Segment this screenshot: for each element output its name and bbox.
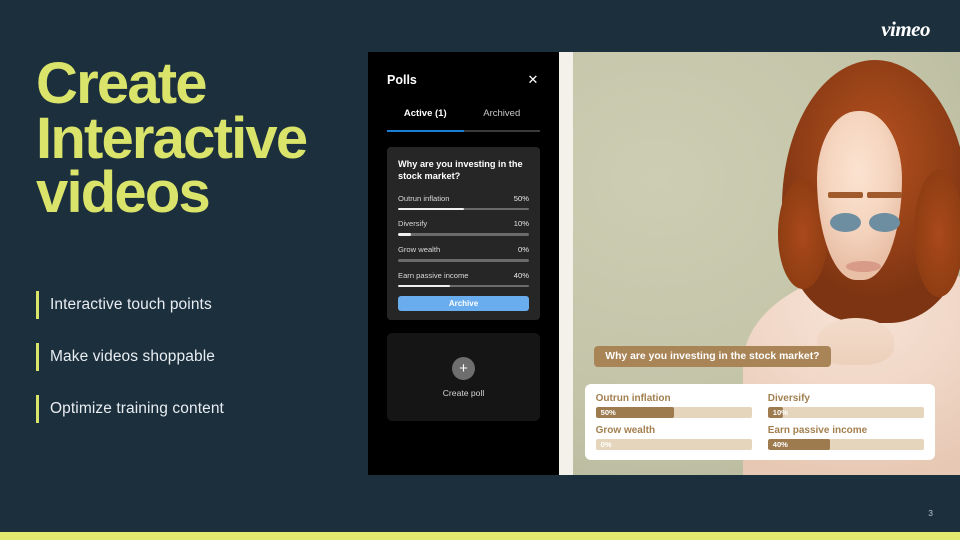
bullet-marker-icon	[36, 395, 39, 423]
bullet-marker-icon	[36, 343, 39, 371]
overlay-option-label: Grow wealth	[595, 425, 656, 437]
overlay-option-percent: 50%	[600, 408, 616, 418]
poll-option-bar-track	[398, 259, 529, 262]
poll-option-label: Diversify	[398, 219, 428, 229]
list-item: Optimize training content	[36, 394, 336, 424]
overlay-option-label: Earn passive income	[767, 425, 868, 437]
poll-question: Why are you investing in the stock marke…	[398, 159, 523, 182]
poll-option-bar-track	[398, 207, 529, 211]
headline-line-2: Interactive	[36, 105, 308, 171]
overlay-poll-option[interactable]: Outrun inflation 50%	[595, 393, 752, 419]
poll-option-bar-fill	[398, 207, 464, 211]
archive-button[interactable]: Archive	[398, 296, 529, 312]
overlay-option-label: Diversify	[767, 393, 810, 405]
poll-option-label: Earn passive income	[398, 270, 469, 280]
polls-panel-title: Polls	[387, 73, 417, 87]
create-poll-card[interactable]: + Create poll	[387, 333, 540, 422]
poll-option-bar-track	[398, 233, 529, 237]
close-icon[interactable]: ✕	[526, 73, 540, 87]
poll-option-bar-fill	[398, 233, 412, 237]
overlay-poll-card[interactable]: Outrun inflation 50% Diversify 10% Grow …	[584, 384, 935, 461]
list-item-label: Optimize training content	[50, 400, 224, 417]
tab-underline	[387, 130, 540, 132]
polls-side-panel: Polls ✕ Active (1) Archived Why are you …	[368, 52, 559, 475]
list-item-label: Make videos shoppable	[50, 348, 215, 365]
video-player[interactable]: Why are you investing in the stock marke…	[573, 52, 960, 475]
page-title: Create Interactive videos	[36, 51, 381, 226]
plus-icon[interactable]: +	[452, 356, 475, 380]
poll-option-bar-track	[398, 284, 529, 288]
headline-line-3: videos	[36, 160, 211, 226]
overlay-poll-option[interactable]: Earn passive income 40%	[767, 425, 924, 451]
overlay-option-percent: 10%	[772, 408, 788, 418]
overlay-poll-option[interactable]: Grow wealth 0%	[595, 425, 752, 451]
poll-option-percent: 50%	[513, 193, 529, 203]
vimeo-logo: vimeo	[881, 17, 930, 41]
overlay-option-bar-track: 10%	[767, 407, 924, 419]
feature-list: Interactive touch points Make videos sho…	[36, 290, 336, 446]
tab-active[interactable]: Active (1)	[387, 108, 464, 130]
poll-option: Outrun inflation 50%	[398, 194, 529, 211]
list-item: Interactive touch points	[36, 290, 336, 320]
poll-option-label: Outrun inflation	[398, 193, 450, 203]
headline-line-1: Create	[36, 51, 208, 116]
overlay-option-percent: 40%	[772, 440, 788, 450]
poll-option-percent: 10%	[513, 219, 529, 229]
poll-option-bar-fill	[398, 284, 451, 288]
slide-page-number: 3	[928, 508, 933, 518]
tab-underline-inactive	[463, 130, 540, 132]
polls-panel-header: Polls ✕	[387, 52, 540, 108]
create-poll-label: Create poll	[442, 387, 485, 398]
bullet-marker-icon	[36, 291, 39, 319]
polls-tab-bar: Active (1) Archived	[387, 108, 540, 130]
subject-eye-left	[830, 212, 862, 232]
poll-option-percent: 0%	[518, 245, 529, 255]
poll-option-label: Grow wealth	[398, 245, 441, 255]
subject-brow-left	[828, 191, 864, 199]
list-item: Make videos shoppable	[36, 342, 336, 372]
poll-option: Diversify 10%	[398, 219, 529, 237]
poll-option: Grow wealth 0%	[398, 245, 529, 262]
footer-accent-bar	[0, 532, 960, 540]
overlay-option-bar-track: 50%	[595, 407, 752, 419]
subject-brow-right	[867, 191, 902, 199]
overlay-option-bar-track: 0%	[595, 439, 752, 451]
poll-option-percent: 40%	[513, 270, 529, 280]
tab-archived[interactable]: Archived	[464, 108, 541, 130]
overlay-option-percent: 0%	[600, 440, 612, 450]
subject-eye-right	[869, 212, 900, 232]
overlay-option-label: Outrun inflation	[595, 393, 671, 405]
overlay-poll-option[interactable]: Diversify 10%	[767, 393, 924, 419]
overlay-option-bar-track: 40%	[767, 439, 924, 451]
product-screenshot: Polls ✕ Active (1) Archived Why are you …	[368, 52, 960, 475]
tab-underline-active	[387, 130, 464, 132]
list-item-label: Interactive touch points	[50, 296, 212, 313]
poll-option: Earn passive income 40%	[398, 271, 529, 288]
subject-hair-curl-right	[913, 170, 960, 298]
overlay-poll-question: Why are you investing in the stock marke…	[594, 345, 831, 367]
poll-result-card[interactable]: Why are you investing in the stock marke…	[387, 147, 540, 321]
